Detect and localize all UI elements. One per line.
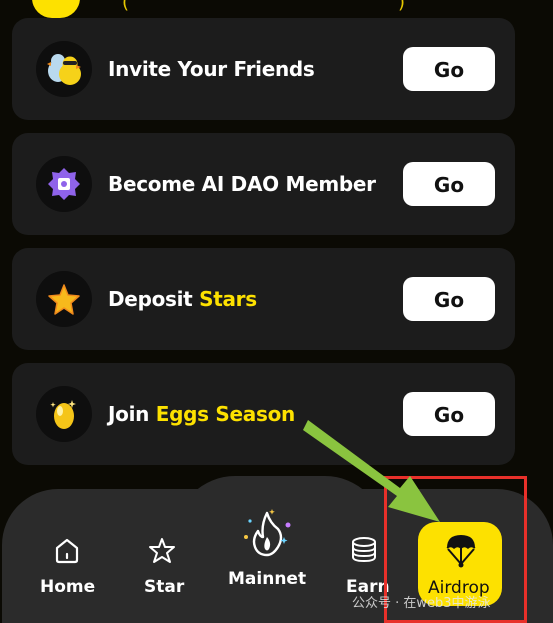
dao-badge-icon [36,156,92,212]
nav-item-star[interactable]: Star [126,489,206,623]
nav-item-mainnet[interactable]: Mainnet [224,489,314,623]
star-outline-icon [149,538,175,563]
golden-egg-icon [36,386,92,442]
watermark: 公众号 · 在web3中游泳 [352,596,491,611]
go-button-invite-friends[interactable]: Go [403,47,495,91]
chicks-icon [36,41,92,97]
task-card-deposit-stars: Deposit Stars Go [12,248,515,350]
go-button-eggs-season[interactable]: Go [403,392,495,436]
home-icon [55,538,79,564]
task-title: Join Eggs Season [108,402,295,426]
task-card-invite-friends: Invite Your Friends Go [12,18,515,120]
task-card-ai-dao-member: Become AI DAO Member Go [12,133,515,235]
task-title: Become AI DAO Member [108,172,376,196]
header-bracket-right: ) [398,0,406,13]
task-card-eggs-season: Join Eggs Season Go [12,363,515,465]
parachute-icon [446,535,476,568]
nav-label-mainnet: Mainnet [228,569,307,589]
header-mascot-partial [32,0,80,18]
nav-label-star: Star [144,577,185,597]
go-button-ai-dao-member[interactable]: Go [403,162,495,206]
nav-item-home[interactable]: Home [30,489,110,623]
task-title: Deposit Stars [108,287,257,311]
go-button-deposit-stars[interactable]: Go [403,277,495,321]
star-icon [36,271,92,327]
nav-label-home: Home [40,577,96,597]
coins-icon [352,537,376,563]
flame-icon [244,509,291,557]
task-title: Invite Your Friends [108,57,315,81]
header-bracket-left: ( [122,0,130,13]
